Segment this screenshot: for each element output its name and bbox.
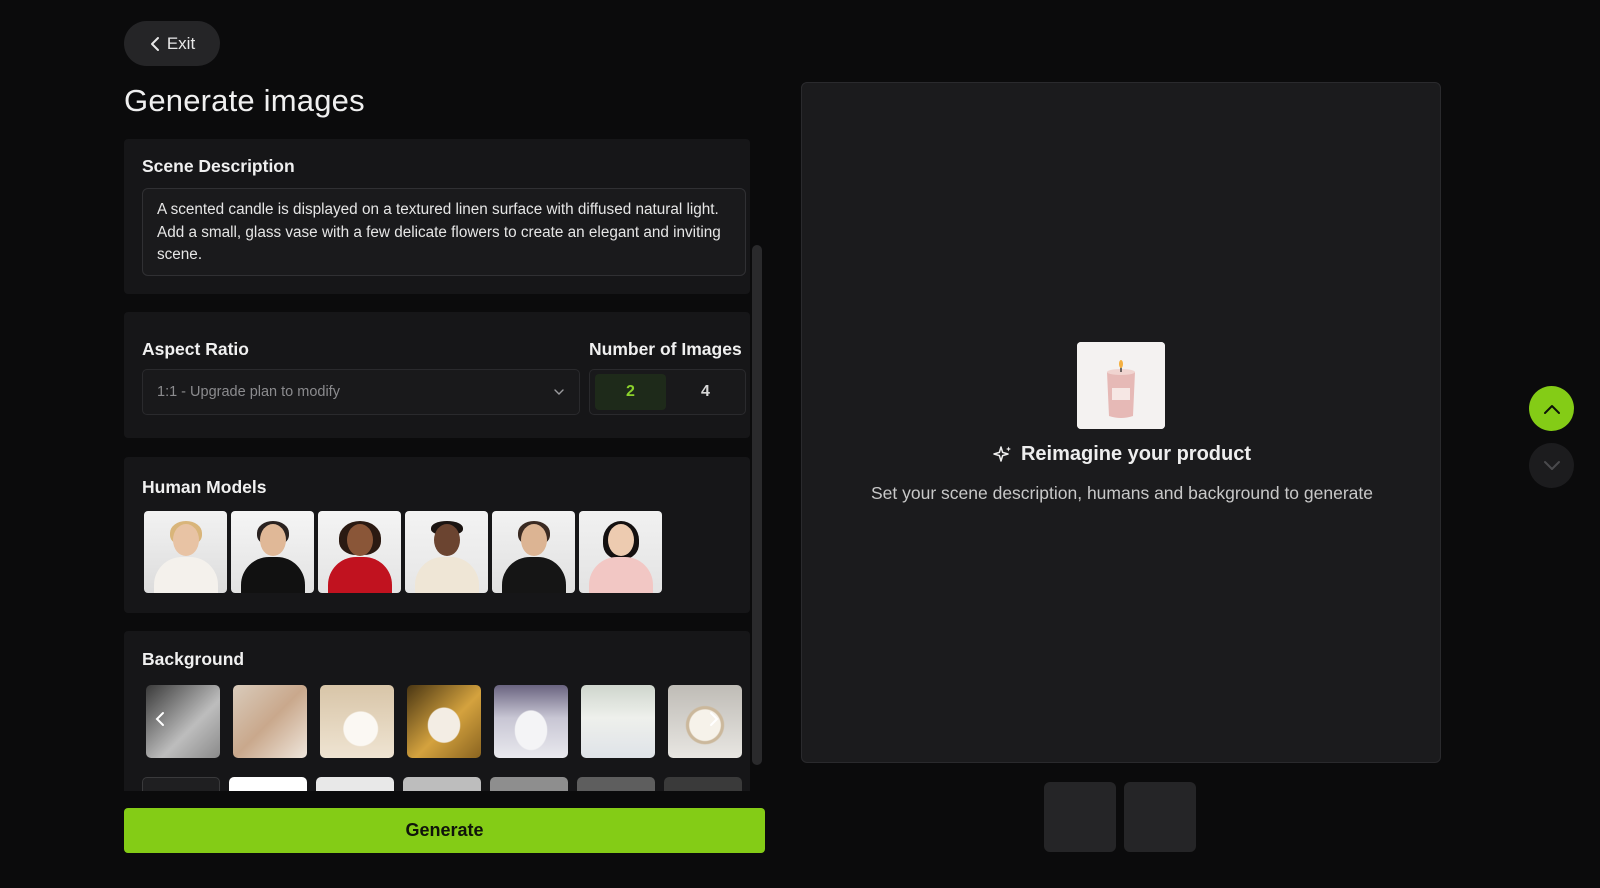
background-color-swatch[interactable] [316, 777, 394, 791]
human-models-title: Human Models [142, 477, 267, 497]
background-thumbnail[interactable] [494, 685, 568, 758]
chevron-down-icon [1543, 460, 1560, 470]
product-image [1077, 342, 1165, 429]
exit-label: Exit [166, 33, 196, 53]
settings-scrollbar[interactable] [752, 245, 762, 765]
settings-panel: Scene Description A scented candle is di… [124, 139, 765, 791]
human-models-card: Human Models [124, 457, 750, 613]
background-color-swatch[interactable] [490, 777, 568, 791]
human-model-thumbnail[interactable] [579, 511, 662, 593]
result-slot[interactable] [1044, 782, 1116, 852]
scroll-down-button[interactable] [1529, 443, 1574, 488]
background-thumbnail[interactable] [581, 685, 655, 758]
chevron-up-icon [1543, 404, 1560, 414]
exit-button[interactable]: Exit [124, 21, 220, 66]
result-slot[interactable] [1124, 782, 1196, 852]
background-card: Background [124, 631, 750, 791]
background-thumbnail[interactable] [407, 685, 481, 758]
aspect-ratio-title: Aspect Ratio [142, 339, 249, 359]
aspect-ratio-select[interactable]: 1:1 - Upgrade plan to modify [142, 369, 580, 415]
human-model-thumbnail[interactable] [405, 511, 488, 593]
chevron-right-icon [710, 712, 719, 726]
preview-panel: Reimagine your product Set your scene de… [801, 82, 1441, 763]
scroll-up-button[interactable] [1529, 386, 1574, 431]
scene-description-input[interactable]: A scented candle is displayed on a textu… [142, 188, 746, 276]
background-color-swatch[interactable] [142, 777, 220, 791]
sparkle-icon [993, 445, 1011, 462]
background-title: Background [142, 649, 245, 669]
preview-subtext: Set your scene description, humans and b… [871, 483, 1373, 503]
human-model-thumbnail[interactable] [492, 511, 575, 593]
background-color-swatch[interactable] [403, 777, 481, 791]
scene-description-card: Scene Description A scented candle is di… [124, 139, 750, 294]
aspect-ratio-value: 1:1 - Upgrade plan to modify [157, 384, 340, 400]
generate-button[interactable]: Generate [124, 808, 765, 853]
num-images-option-4[interactable]: 4 [670, 374, 741, 410]
page-title: Generate images [124, 83, 365, 118]
background-color-swatch[interactable] [229, 777, 307, 791]
background-prev-button[interactable] [150, 707, 170, 731]
background-color-swatch[interactable] [577, 777, 655, 791]
scene-description-title: Scene Description [142, 156, 295, 176]
background-color-swatch[interactable] [664, 777, 742, 791]
human-model-thumbnail[interactable] [144, 511, 227, 593]
preview-heading-text: Reimagine your product [1020, 443, 1252, 465]
background-next-button[interactable] [704, 707, 724, 731]
chevron-left-icon [150, 36, 159, 51]
chevron-down-icon [554, 389, 564, 395]
preview-heading: Reimagine your product [802, 443, 1442, 466]
human-model-thumbnail[interactable] [231, 511, 314, 593]
aspect-ratio-card: Aspect Ratio Number of Images 1:1 - Upgr… [124, 312, 750, 438]
number-of-images-toggle: 2 4 [589, 369, 746, 415]
background-thumbnail[interactable] [233, 685, 307, 758]
background-thumbnail[interactable] [320, 685, 394, 758]
chevron-left-icon [155, 712, 164, 726]
number-of-images-title: Number of Images [589, 339, 742, 359]
num-images-option-2[interactable]: 2 [595, 374, 666, 410]
human-model-thumbnail[interactable] [318, 511, 401, 593]
